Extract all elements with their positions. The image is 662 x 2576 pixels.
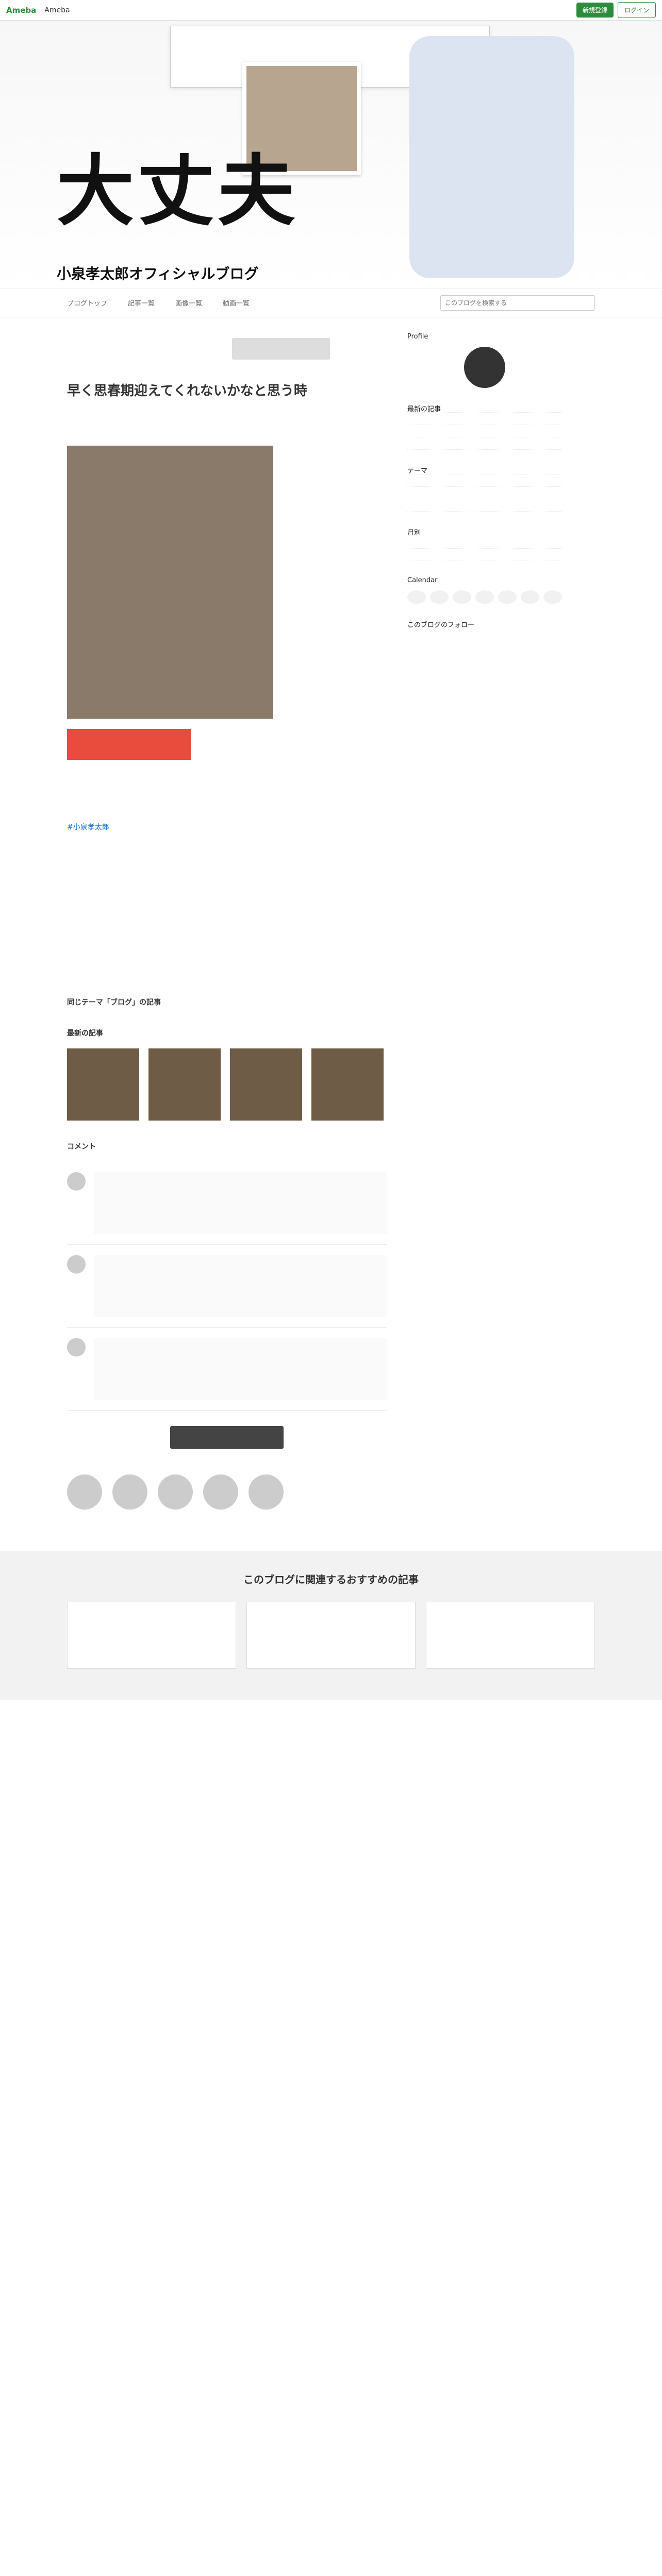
monthly-block: 月別 <box>407 527 562 561</box>
related-title: 同じテーマ「ブログ」の記事 <box>67 998 161 1007</box>
follower-avatar[interactable] <box>67 1475 102 1510</box>
profile-avatar[interactable] <box>464 347 505 388</box>
recent-thumbnails <box>67 1048 387 1121</box>
signup-button[interactable]: 新規登録 <box>576 3 614 18</box>
recommended-card[interactable] <box>67 1602 236 1669</box>
follow-title: このブログのフォロー <box>407 621 475 629</box>
recent-thumb[interactable] <box>230 1048 302 1121</box>
theme-item[interactable] <box>407 490 562 499</box>
calendar-day[interactable] <box>453 590 471 604</box>
banner-subtitle: 小泉孝太郎オフィシャルブログ <box>57 265 259 282</box>
recent-thumb[interactable] <box>67 1048 139 1121</box>
banner-illustration <box>409 36 574 278</box>
comment-item <box>67 1162 387 1245</box>
blog-nav: ブログトップ 記事一覧 画像一覧 動画一覧 <box>0 289 662 317</box>
calendar-day[interactable] <box>430 590 449 604</box>
follower-avatar[interactable] <box>249 1475 284 1510</box>
top-bar: Ameba Ameba 新規登録 ログイン <box>0 0 662 21</box>
recommended-card[interactable] <box>246 1602 416 1669</box>
comments-title: コメント <box>67 1143 96 1151</box>
entry-title: 早く思春期迎えてくれないかなと思う時 <box>67 383 307 399</box>
comment-button[interactable] <box>170 1426 284 1449</box>
top-actions: 新規登録 ログイン <box>576 2 656 18</box>
comment-avatar[interactable] <box>67 1172 86 1191</box>
profile-block: Profile <box>407 333 562 388</box>
profile-title: Profile <box>407 333 428 341</box>
latest-item[interactable] <box>407 428 562 437</box>
theme-title: テーマ <box>407 465 562 475</box>
sidebar: Profile 最新の記事 テーマ 月別 Calendar このブログのフォロー <box>407 317 562 1464</box>
comment-item <box>67 1245 387 1328</box>
month-item[interactable] <box>407 539 562 549</box>
comment-text <box>94 1338 387 1400</box>
follow-block: このブログのフォロー <box>407 619 562 629</box>
ameba-logo[interactable]: Ameba <box>6 6 36 15</box>
comment-avatar[interactable] <box>67 1255 86 1274</box>
main-column: 早く思春期迎えてくれないかなと思う時 #小泉孝太郎 同じテーマ「ブログ」の記事 … <box>67 317 387 1464</box>
theme-block: テーマ <box>407 465 562 512</box>
ad-banner[interactable] <box>67 729 191 760</box>
nav-blog-top[interactable]: ブログトップ <box>67 298 107 308</box>
calendar-day[interactable] <box>475 590 494 604</box>
latest-title: 最新の記事 <box>407 403 562 413</box>
month-item[interactable] <box>407 552 562 561</box>
reader-button[interactable] <box>232 338 330 360</box>
banner-title: 大丈夫 <box>57 146 299 236</box>
comment-text <box>94 1172 387 1234</box>
nav-video-list[interactable]: 動画一覧 <box>223 298 250 308</box>
calendar-grid <box>407 590 562 604</box>
theme-item[interactable] <box>407 478 562 487</box>
latest-block: 最新の記事 <box>407 403 562 450</box>
calendar-title: Calendar <box>407 577 438 584</box>
monthly-title: 月別 <box>407 527 562 537</box>
recommended-card[interactable] <box>426 1602 595 1669</box>
comment-item <box>67 1328 387 1411</box>
calendar-day[interactable] <box>498 590 517 604</box>
login-button[interactable]: ログイン <box>617 2 656 18</box>
hashtag-link[interactable]: #小泉孝太郎 <box>67 822 387 832</box>
nav-image-list[interactable]: 画像一覧 <box>175 298 202 308</box>
page-layout: 早く思春期迎えてくれないかなと思う時 #小泉孝太郎 同じテーマ「ブログ」の記事 … <box>0 317 662 1464</box>
follower-avatar[interactable] <box>112 1475 147 1510</box>
footer-title: このブログに関連するおすすめの記事 <box>243 1573 419 1586</box>
latest-item[interactable] <box>407 440 562 450</box>
recent-thumb[interactable] <box>311 1048 384 1121</box>
recommendations <box>67 1602 595 1669</box>
blog-search-input[interactable] <box>440 295 595 311</box>
recent-title: 最新の記事 <box>67 1029 103 1038</box>
nav-entry-list[interactable]: 記事一覧 <box>128 298 155 308</box>
calendar-day[interactable] <box>521 590 539 604</box>
follower-avatar[interactable] <box>203 1475 238 1510</box>
comment-text <box>94 1255 387 1317</box>
comment-avatar[interactable] <box>67 1338 86 1357</box>
header-banner: 大丈夫 小泉孝太郎オフィシャルブログ <box>0 21 662 289</box>
recent-thumb[interactable] <box>148 1048 221 1121</box>
follower-avatar[interactable] <box>158 1475 193 1510</box>
follower-row <box>0 1464 662 1520</box>
entry-photo <box>67 446 273 719</box>
calendar-block: Calendar <box>407 577 562 604</box>
brand-label: Ameba <box>44 6 70 14</box>
calendar-day[interactable] <box>407 590 426 604</box>
footer-band: このブログに関連するおすすめの記事 <box>0 1551 662 1700</box>
latest-item[interactable] <box>407 416 562 425</box>
theme-item[interactable] <box>407 502 562 512</box>
calendar-day[interactable] <box>543 590 562 604</box>
